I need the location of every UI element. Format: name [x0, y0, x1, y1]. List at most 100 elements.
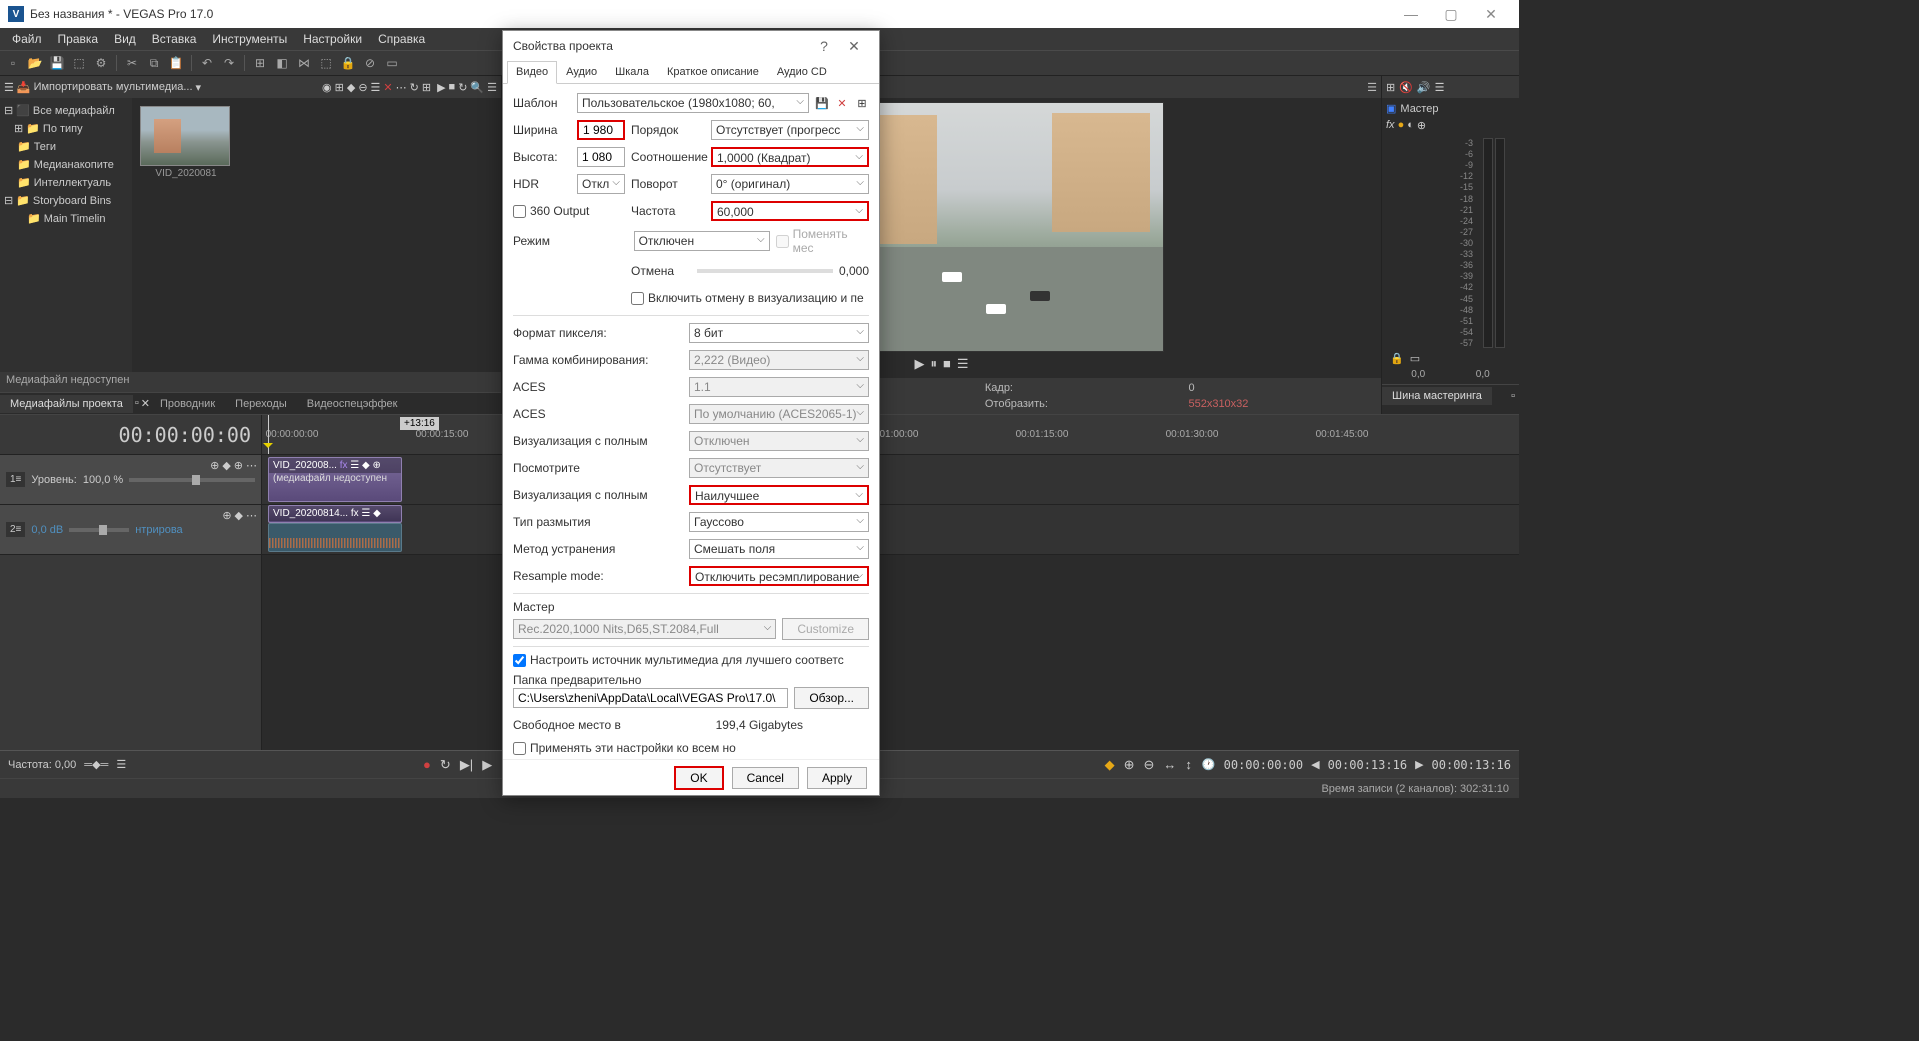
preview-play-icon[interactable]: ▶: [914, 356, 924, 372]
pixfmt-select[interactable]: 8 бит: [689, 323, 869, 343]
freq-select[interactable]: 60,000: [711, 201, 869, 221]
output360-checkbox[interactable]: [513, 205, 526, 218]
blur-select[interactable]: Гауссово: [689, 512, 869, 532]
open-icon[interactable]: 📂: [26, 54, 44, 72]
tree-main-timeline[interactable]: 📁Main Timelin: [4, 210, 128, 228]
timecode-display[interactable]: 00:00:00:00: [0, 415, 261, 455]
track-fx-icon[interactable]: ◆: [222, 459, 230, 472]
maximize-button[interactable]: ▢: [1431, 0, 1471, 28]
menu-view[interactable]: Вид: [106, 29, 144, 49]
add-marker-icon[interactable]: ◆: [1103, 755, 1117, 775]
template-save-icon[interactable]: 💾: [815, 96, 829, 110]
apply-all-checkbox[interactable]: [513, 742, 526, 755]
preview-list-icon[interactable]: ☰: [957, 356, 969, 372]
view-icon[interactable]: ⊞: [422, 81, 431, 94]
remove-icon[interactable]: ⊖: [358, 81, 367, 94]
menu-options[interactable]: Настройки: [295, 29, 370, 49]
delete-icon[interactable]: ✕: [383, 81, 392, 94]
props-icon[interactable]: ☰: [371, 81, 381, 94]
tree-storyboard[interactable]: ⊟📁Storyboard Bins: [4, 192, 128, 210]
expand-icon[interactable]: ⊕: [1122, 755, 1137, 775]
menu-tools[interactable]: Инструменты: [204, 29, 295, 49]
track-audio-fx-icon[interactable]: ⊕: [222, 509, 231, 522]
master-auto-icon[interactable]: ◐: [1407, 119, 1414, 132]
copy-icon[interactable]: ⧉: [145, 54, 163, 72]
dialog-help-icon[interactable]: ?: [809, 38, 839, 54]
minimize-button[interactable]: —: [1391, 0, 1431, 28]
dtab-summary[interactable]: Краткое описание: [658, 61, 768, 83]
tree-toggle-icon[interactable]: ☰: [4, 81, 14, 94]
master-mode-icon[interactable]: ▭: [1410, 352, 1420, 365]
tree-by-type[interactable]: ⊞📁По типу: [4, 120, 128, 138]
master-fx-icon[interactable]: fx: [1386, 119, 1395, 132]
width-input[interactable]: [577, 120, 625, 140]
master-route-icon[interactable]: ⊕: [1417, 119, 1426, 132]
track-motion-icon[interactable]: ⊕: [210, 459, 219, 472]
dialog-close-icon[interactable]: ✕: [839, 38, 869, 55]
apply-all-check[interactable]: Применять эти настройки ко всем нo: [513, 741, 869, 755]
stop-media-icon[interactable]: ■: [449, 81, 456, 93]
fullrender2-select[interactable]: Наилучшее: [689, 485, 869, 505]
refresh-icon[interactable]: ↻: [410, 81, 419, 94]
adjust-src-check[interactable]: Настроить источник мультимедиа для лучше…: [513, 653, 869, 667]
record-icon[interactable]: ●: [421, 755, 433, 774]
tab-videofx[interactable]: Видеоспецэффек: [297, 395, 408, 413]
import-label[interactable]: Импортировать мультимедиа...: [34, 81, 193, 93]
render-icon[interactable]: ⬚: [70, 54, 88, 72]
lock-icon[interactable]: 🔒: [339, 54, 357, 72]
normal-edit-icon[interactable]: ▭: [383, 54, 401, 72]
include-undo-checkbox[interactable]: [631, 292, 644, 305]
browse-button[interactable]: Обзор...: [794, 687, 869, 709]
audio-clip-header[interactable]: VID_20200814... fx ☰ ◆: [268, 505, 402, 523]
redo-icon[interactable]: ↷: [220, 54, 238, 72]
timeline-tracks[interactable]: +13:16 00:00:00:00 00:00:15:00 00:01:00:…: [262, 415, 1519, 750]
track-db[interactable]: 0,0 dB: [31, 524, 63, 536]
track-header-video[interactable]: 1≡ Уровень: 100,0 % ⊕ ◆ ⊕ ⋯: [0, 455, 261, 505]
master-mute-icon[interactable]: 🔇: [1399, 81, 1413, 94]
media-menu-icon[interactable]: ☰: [487, 81, 497, 94]
tree-smart[interactable]: 📁Интеллектуаль: [4, 174, 128, 192]
track-audio-more-icon[interactable]: ⋯: [246, 509, 257, 522]
aspect-select[interactable]: 1,0000 (Квадрат): [711, 147, 869, 167]
play-media-icon[interactable]: ▶: [437, 81, 445, 94]
tc-position[interactable]: 00:00:00:00: [1224, 758, 1303, 772]
paste-icon[interactable]: 📋: [167, 54, 185, 72]
track-audio-auto-icon[interactable]: ◆: [235, 509, 243, 522]
media-thumb[interactable]: VID_2020081: [140, 106, 232, 179]
play-icon[interactable]: ▶: [480, 755, 494, 775]
autosnap-icon[interactable]: ⬚: [317, 54, 335, 72]
template-select[interactable]: Пользовательское (1980x1080; 60,: [577, 93, 809, 113]
tc-selection-length[interactable]: 00:00:13:16: [1432, 758, 1511, 772]
autoripple-icon[interactable]: ◧: [273, 54, 291, 72]
media-search-icon[interactable]: 🔍: [470, 81, 484, 94]
include-undo-check[interactable]: Включить отмену в визуализацию и пе: [631, 291, 864, 305]
save-icon[interactable]: 💾: [48, 54, 66, 72]
track-more-icon[interactable]: ⋯: [246, 459, 257, 472]
rotate-select[interactable]: 0° (оригинал): [711, 174, 869, 194]
close-button[interactable]: ✕: [1471, 0, 1511, 28]
height-input[interactable]: [577, 147, 625, 167]
tree-all-media[interactable]: ⊟⬛Все медиафайл: [4, 102, 128, 120]
template-match-icon[interactable]: ⊞: [855, 96, 869, 110]
deint-select[interactable]: Смешать поля: [689, 539, 869, 559]
capture-icon[interactable]: ◉: [322, 81, 332, 94]
tree-tags[interactable]: 📁Теги: [4, 138, 128, 156]
menu-insert[interactable]: Вставка: [144, 29, 205, 49]
output360-check[interactable]: 360 Output: [513, 204, 625, 218]
folder-input[interactable]: [513, 688, 788, 708]
audio-track-lane[interactable]: VID_20200814... fx ☰ ◆: [262, 505, 1519, 555]
more-icon[interactable]: ⋯: [396, 81, 407, 94]
menu-file[interactable]: Файл: [4, 29, 50, 49]
master-speaker-icon[interactable]: 🔊: [1417, 81, 1431, 94]
preview-stop-icon[interactable]: ■: [943, 356, 951, 372]
play-start-icon[interactable]: ▶|: [458, 755, 475, 775]
video-clip[interactable]: VID_202008... fx ☰ ◆ ⊕ (медиафайл недост…: [268, 457, 402, 502]
new-icon[interactable]: ▫: [4, 54, 22, 72]
tab-transitions[interactable]: Переходы: [225, 395, 297, 413]
undo-slider[interactable]: [697, 269, 833, 273]
zoom-height-icon[interactable]: ↕: [1183, 755, 1194, 774]
master-collapse-icon[interactable]: ⊞: [1386, 81, 1395, 94]
loop-icon[interactable]: ↻: [438, 755, 453, 775]
pin-icon[interactable]: ▫: [135, 397, 139, 410]
rate-slider-icon[interactable]: ═◆═: [84, 758, 108, 771]
